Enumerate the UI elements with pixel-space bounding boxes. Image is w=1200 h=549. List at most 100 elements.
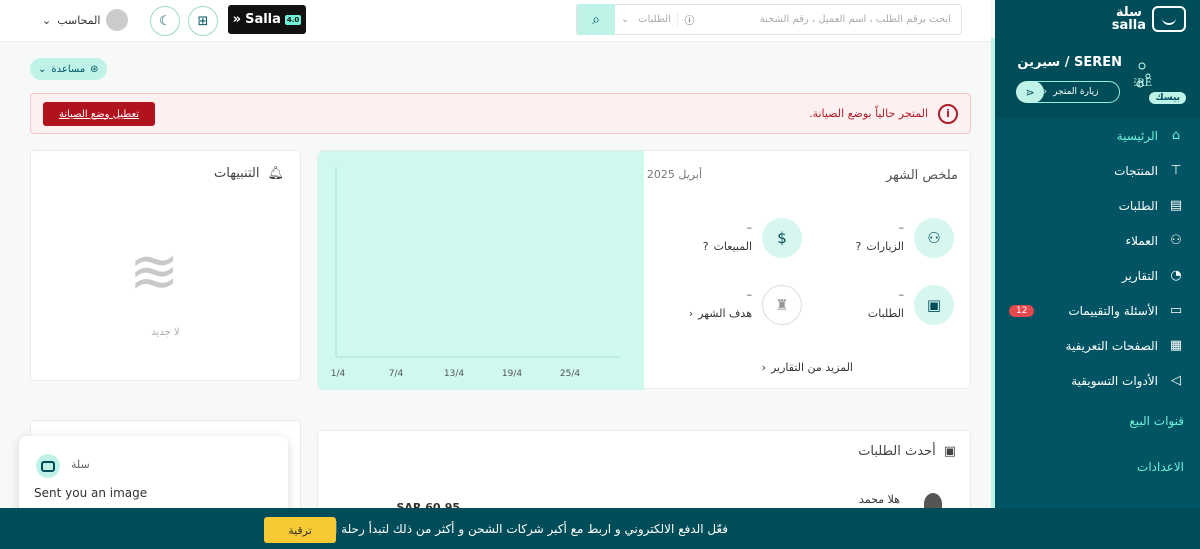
- help-button[interactable]: ⊛ مساعدة ⌄: [30, 58, 107, 80]
- scrollbar[interactable]: [991, 38, 995, 508]
- summary-title: ملخص الشهر: [885, 168, 958, 183]
- sidebar-item-customers[interactable]: ⚇ العملاء: [995, 223, 1200, 258]
- gift-button[interactable]: ⊞: [188, 6, 218, 36]
- sidebar-item-label: الطلبات: [1118, 198, 1158, 213]
- search-scope-label: الطلبات: [638, 14, 671, 25]
- box-icon: ▣: [914, 285, 954, 325]
- reviews-badge: 12: [1009, 304, 1035, 317]
- share-icon: ⋖: [1025, 85, 1035, 99]
- plan-badge: بيسك: [1149, 92, 1186, 104]
- visit-store-label: زيارة المتجر: [1053, 87, 1099, 97]
- chevron-left-icon: ‹: [761, 361, 766, 374]
- chevron-down-icon: ⌄: [38, 63, 47, 75]
- question-icon[interactable]: ?: [856, 240, 862, 253]
- stat-label: هدف الشهر: [698, 307, 752, 320]
- chevron-left-icon: ‹: [688, 307, 694, 320]
- sidebar-menu: ⌂ الرئيسية ⊤ المنتجات ▤ الطلبات ⚇ العملا…: [995, 118, 1200, 549]
- users-icon: ⚇: [1170, 233, 1182, 248]
- salla-brand-label: Salla: [245, 12, 281, 27]
- upgrade-button[interactable]: ترقية: [264, 517, 336, 543]
- sidebar-item-marketing[interactable]: ◁ الأدوات التسويقية: [995, 363, 1200, 398]
- salla-logo[interactable]: سلة salla: [1112, 6, 1186, 32]
- share-button[interactable]: ⋖: [1016, 81, 1044, 103]
- notifications-title: التنبيهات: [214, 166, 260, 181]
- sidebar-item-reports[interactable]: ◔ التقارير: [995, 258, 1200, 293]
- store-avatar-text: SERE: [1134, 78, 1152, 89]
- help-label: مساعدة: [51, 63, 86, 75]
- box-icon: ▣: [943, 444, 956, 459]
- sidebar-item-label: الرئيسية: [1116, 128, 1158, 143]
- store-name: SEREN / سيرين: [1017, 55, 1122, 70]
- salla-brand-button[interactable]: » Salla 4.0: [228, 5, 306, 34]
- stat-label: الزيارات: [866, 240, 904, 253]
- sidebar-item-label: الأسئلة والتقييمات: [1068, 303, 1158, 318]
- money-bag-icon: $: [762, 218, 802, 258]
- sidebar-item-label: التقارير: [1121, 268, 1158, 283]
- chart-tick-label: 19/4: [502, 369, 522, 379]
- chevron-down-icon: ⌄: [42, 13, 52, 27]
- chat-sender: سلة: [71, 458, 90, 471]
- search-scope-select[interactable]: الطلبات ⌄: [615, 14, 677, 25]
- chevron-down-icon: ⌄: [621, 14, 630, 25]
- sidebar-item-label: العملاء: [1125, 233, 1158, 248]
- search-icon: ⌕: [592, 11, 600, 28]
- sidebar-item-home[interactable]: ⌂ الرئيسية: [995, 118, 1200, 153]
- alert-text: المتجر حالياً بوضع الصيانة.: [809, 107, 928, 120]
- search-input[interactable]: ابحث برقم الطلب ، اسم العميل ، رقم الشحن…: [701, 14, 961, 25]
- sidebar-section-settings[interactable]: الاعدادات: [995, 444, 1200, 490]
- upgrade-banner: فعّل الدفع الالكتروني و اربط مع أكبر شرك…: [0, 508, 1200, 549]
- wind-icon: ≋: [129, 237, 180, 307]
- sidebar-item-reviews[interactable]: ▭ الأسئلة والتقييمات 12: [995, 293, 1200, 328]
- summary-month: أبريل 2025: [646, 168, 702, 181]
- banner-text: فعّل الدفع الالكتروني و اربط مع أكبر شرك…: [303, 522, 728, 536]
- user-name: المحاسب: [57, 13, 101, 27]
- user-menu[interactable]: ⌄ المحاسب: [42, 9, 129, 31]
- chevron-left-icon: ‹: [1043, 87, 1048, 97]
- stat-orders: ▣ – الطلبات: [814, 285, 954, 335]
- sidebar-item-products[interactable]: ⊤ المنتجات: [995, 153, 1200, 188]
- chat-message: Sent you an image: [34, 486, 148, 500]
- sidebar: سلة salla SERE SEREN / سيرين بيسك زيارة …: [995, 0, 1200, 549]
- sidebar-section-channels[interactable]: قنوات البيع: [995, 398, 1200, 444]
- stat-visits: ⚇ – الزيارات?: [814, 218, 954, 268]
- chart-tick-label: 1/4: [331, 369, 346, 379]
- shirt-icon: ⊤: [1170, 163, 1182, 178]
- question-icon[interactable]: ?: [703, 240, 709, 253]
- version-badge: 4.0: [284, 14, 302, 25]
- more-reports-label: المزيد من التقارير: [770, 361, 853, 374]
- stat-sales: $ – المبيعات?: [662, 218, 802, 268]
- sidebar-item-label: الأدوات التسويقية: [1071, 373, 1158, 388]
- megaphone-icon: ◁: [1171, 373, 1181, 388]
- sidebar-header: سلة salla SERE SEREN / سيرين بيسك زيارة …: [995, 0, 1200, 122]
- month-summary-card: ملخص الشهر أبريل 2025 ⚇ – الزيارات? $ – …: [317, 150, 971, 390]
- sidebar-item-label: المنتجات: [1114, 163, 1158, 178]
- search-button[interactable]: ⌕: [577, 4, 615, 35]
- stat-value: –: [746, 288, 753, 301]
- page-icon: ▦: [1169, 338, 1183, 353]
- notifications-card: 🔔︎ التنبيهات ≋ لا جديد: [30, 150, 301, 381]
- latest-orders-title: أحدث الطلبات: [858, 444, 936, 459]
- stat-goal[interactable]: ♜ – هدف الشهر ‹: [662, 285, 802, 335]
- dark-mode-button[interactable]: ☾: [150, 6, 180, 36]
- stat-label: المبيعات: [713, 240, 752, 253]
- gift-icon: ⊞: [197, 13, 209, 29]
- salla-bag-icon: [1152, 6, 1186, 32]
- chart-tick-label: 13/4: [444, 369, 464, 379]
- lifebuoy-icon: ⊛: [90, 63, 99, 75]
- sidebar-item-orders[interactable]: ▤ الطلبات: [995, 188, 1200, 223]
- search-bar: ابحث برقم الطلب ، اسم العميل ، رقم الشحن…: [576, 4, 962, 35]
- notifications-empty: لا جديد: [151, 327, 180, 338]
- chart-tick-label: 7/4: [389, 369, 404, 379]
- home-icon: ⌂: [1171, 128, 1181, 143]
- stat-value: –: [746, 221, 753, 234]
- salla-chat-icon: [36, 454, 60, 478]
- sidebar-item-pages[interactable]: ▦ الصفحات التعريفية: [995, 328, 1200, 363]
- trophy-icon: ♜: [762, 285, 802, 325]
- chart-tick-label: 25/4: [560, 369, 580, 379]
- more-reports-link[interactable]: المزيد من التقارير ‹: [762, 361, 853, 374]
- maintenance-alert: i المتجر حالياً بوضع الصيانة. تعطيل وضع …: [30, 93, 971, 134]
- topbar: ابحث برقم الطلب ، اسم العميل ، رقم الشحن…: [0, 0, 991, 42]
- order-customer[interactable]: هلا محمد: [859, 493, 900, 506]
- disable-maintenance-button[interactable]: تعطيل وضع الصيانة: [43, 102, 155, 126]
- info-icon[interactable]: ⓘ: [677, 12, 701, 27]
